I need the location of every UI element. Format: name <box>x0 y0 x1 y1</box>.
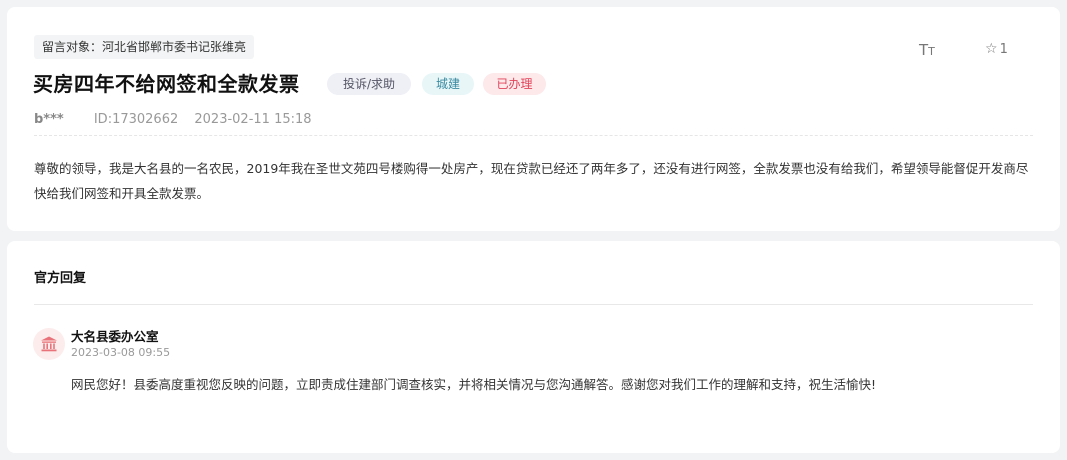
message-target-tag: 留言对象：河北省邯郸市委书记张维亮 <box>34 35 255 59</box>
font-size-toggle-button[interactable]: TT <box>919 41 935 59</box>
message-user: b*** <box>34 112 64 127</box>
divider <box>34 135 1033 136</box>
star-outline-icon: ☆ <box>985 41 998 57</box>
status-badge: 已办理 <box>483 73 546 95</box>
reply-content: 网民您好！县委高度重视您反映的问题，立即责成住建部门调查核实，并将相关情况与您沟… <box>71 377 877 392</box>
message-datetime: 2023-02-11 15:18 <box>194 112 312 127</box>
reply-card: 官方回复 大名县委办公室 2023-03-08 09:55 网民您好！县委高度重… <box>7 241 1060 453</box>
message-id: ID:17302662 <box>93 112 179 127</box>
category-tag: 城建 <box>422 73 474 95</box>
reply-department: 大名县委办公室 <box>71 329 159 344</box>
message-card: 留言对象：河北省邯郸市委书记张维亮 买房四年不给网签和全款发票 投诉/求助 城建… <box>7 7 1060 231</box>
favorite-button[interactable]: ☆ 1 <box>985 41 1008 57</box>
government-building-icon <box>41 336 57 352</box>
type-tag: 投诉/求助 <box>327 73 411 95</box>
reply-section-title: 官方回复 <box>34 271 87 286</box>
favorite-count: 1 <box>999 42 1008 57</box>
message-content: 尊敬的领导，我是大名县的一名农民，2019年我在圣世文苑四号楼购得一处房产，现在… <box>34 161 1029 201</box>
font-size-icon: TT <box>919 41 935 59</box>
message-meta: b*** ID:17302662 2023-02-11 15:18 <box>34 112 312 127</box>
department-avatar <box>33 328 65 360</box>
message-title: 买房四年不给网签和全款发票 <box>33 72 300 96</box>
divider <box>34 304 1033 305</box>
reply-datetime: 2023-03-08 09:55 <box>71 346 171 359</box>
